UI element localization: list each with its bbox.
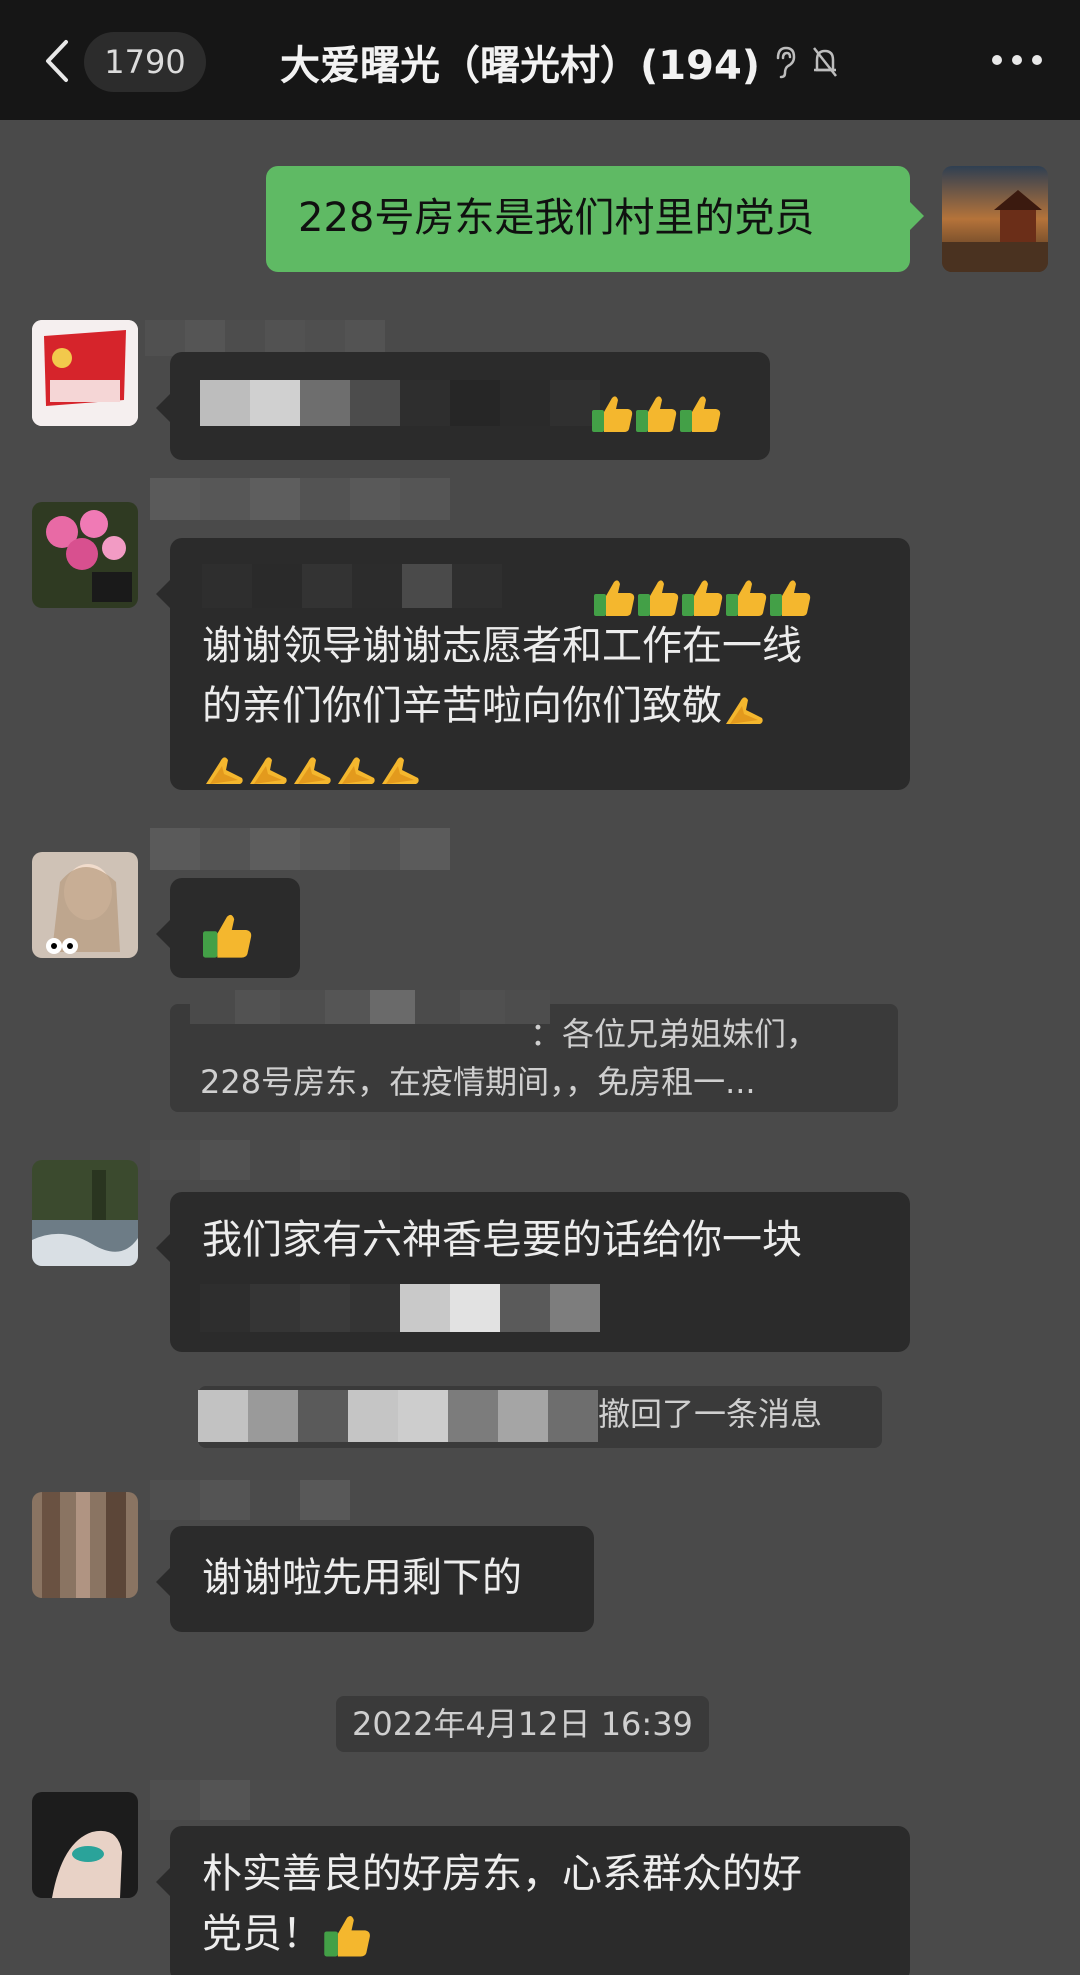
avatar-member[interactable]: [32, 1160, 138, 1266]
avatar-member[interactable]: [32, 320, 138, 426]
message-text: 228号房东是我们村里的党员: [298, 195, 815, 241]
back-button[interactable]: [38, 36, 78, 86]
sender-name-mosaic: [150, 478, 450, 520]
ear-icon: [770, 44, 800, 80]
message-bubble-incoming[interactable]: 谢谢啦先用剩下的: [156, 1526, 594, 1632]
message-text: 谢谢啦先用剩下的: [202, 1555, 522, 1601]
quoted-message[interactable]: ：各位兄弟姐妹们， 228号房东，在疫情期间，，免房租一...: [170, 990, 898, 1112]
thumbs-up-icon: [634, 394, 678, 434]
avatar-member[interactable]: [32, 502, 138, 608]
thumbs-up-icon: [768, 578, 812, 618]
emoji-row: [592, 566, 812, 626]
emoji-row: [590, 382, 722, 442]
redacted-text-mosaic: [190, 990, 550, 1024]
avatar-member[interactable]: [32, 852, 138, 958]
chat-header: 1790 大爱曙光（曙光村）(194): [0, 0, 1080, 120]
sender-name-mosaic: [145, 320, 385, 356]
timestamp-divider: 2022年4月12日 16:39: [336, 1696, 709, 1752]
redacted-text-mosaic: [202, 564, 502, 608]
avatar-member[interactable]: [32, 1792, 138, 1898]
sender-name-mosaic: [150, 1780, 300, 1820]
unread-count-badge[interactable]: 1790: [84, 32, 206, 92]
sender-name-mosaic: [150, 1140, 400, 1180]
more-dots-icon: [992, 55, 1002, 65]
pray-hands-icon: [722, 688, 766, 728]
message-bubble-incoming[interactable]: 谢谢领导谢谢志愿者和工作在一线 的亲们你们辛苦啦向你们致敬: [156, 538, 910, 790]
redacted-text-mosaic: [200, 1284, 600, 1332]
chat-title: 大爱曙光（曙光村）(194): [280, 43, 761, 89]
message-bubble-incoming[interactable]: [156, 878, 300, 978]
message-list[interactable]: 228号房东是我们村里的党员 谢谢领导谢谢志愿者和工作在一线 的亲们你们辛苦啦向…: [0, 120, 1080, 1975]
emoji-row: [202, 736, 878, 796]
timestamp-text: 2022年4月12日 16:39: [352, 1705, 693, 1743]
thumbs-up-icon: [590, 394, 634, 434]
pray-hands-icon: [378, 748, 422, 788]
message-text: 党员！: [202, 1911, 322, 1957]
redacted-text-mosaic: [200, 380, 600, 426]
message-bubble-incoming[interactable]: [156, 352, 770, 460]
pray-hands-icon: [290, 748, 334, 788]
avatar-self[interactable]: [942, 166, 1048, 272]
recall-notice: 撤回了一条消息: [198, 1386, 882, 1448]
thumbs-up-icon: [724, 578, 768, 618]
message-text: 的亲们你们辛苦啦向你们致敬: [202, 683, 722, 729]
more-options-button[interactable]: [992, 48, 1042, 72]
thumbs-up-icon: [592, 578, 636, 618]
message-text: 朴实善良的好房东，心系群众的好: [202, 1851, 802, 1897]
chevron-left-icon: [46, 40, 68, 82]
bell-mute-icon: [810, 44, 840, 80]
pray-hands-icon: [334, 748, 378, 788]
pray-hands-icon: [246, 748, 290, 788]
thumbs-up-icon: [678, 394, 722, 434]
chat-title-area[interactable]: 大爱曙光（曙光村）(194): [280, 30, 840, 94]
sender-name-mosaic: [150, 828, 450, 870]
message-bubble-incoming[interactable]: 朴实善良的好房东，心系群众的好 党员！: [156, 1826, 910, 1975]
thumbs-up-icon: [200, 912, 254, 960]
message-text: 我们家有六神香皂要的话给你一块: [202, 1217, 802, 1263]
thumbs-up-icon: [636, 578, 680, 618]
recall-text: 撤回了一条消息: [598, 1395, 823, 1433]
redacted-text-mosaic: [198, 1390, 598, 1442]
message-bubble-incoming[interactable]: 我们家有六神香皂要的话给你一块: [156, 1192, 910, 1352]
avatar-member[interactable]: [32, 1492, 138, 1598]
message-bubble-outgoing[interactable]: 228号房东是我们村里的党员: [266, 166, 924, 272]
sender-name-mosaic: [150, 1480, 350, 1520]
pray-hands-icon: [202, 748, 246, 788]
thumbs-up-icon: [322, 1913, 372, 1959]
quote-text: 228号房东，在疫情期间，，免房租一...: [200, 1063, 756, 1101]
thumbs-up-icon: [680, 578, 724, 618]
